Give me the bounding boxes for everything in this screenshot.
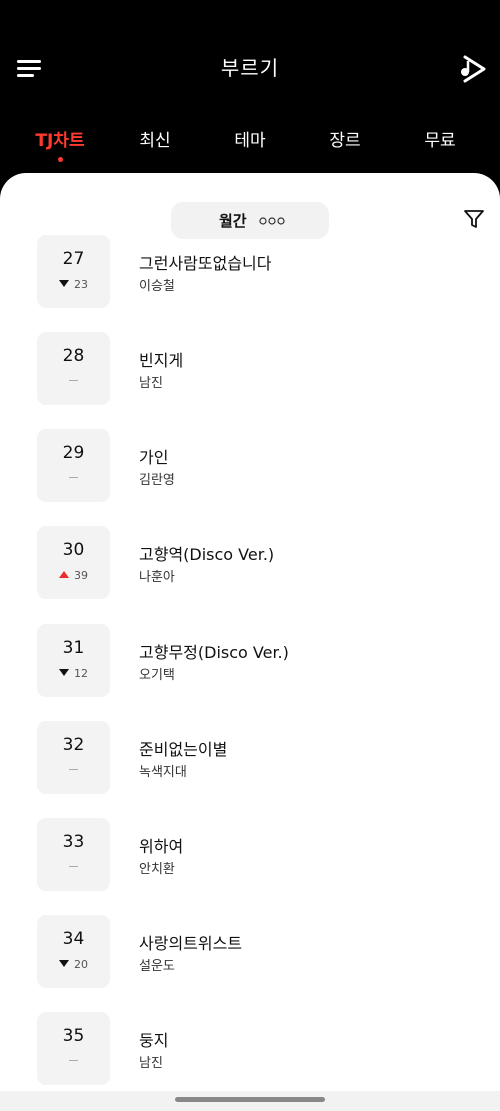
- list-item[interactable]: 31 12 고향무정(Disco Ver.) 오기택: [0, 624, 500, 698]
- list-item[interactable]: 34 20 사랑의트위스트 설운도: [0, 915, 500, 989]
- song-artist: 김란영: [139, 473, 175, 488]
- rank-box: 34 20: [37, 915, 110, 988]
- filter-button[interactable]: [463, 208, 485, 230]
- list-item[interactable]: 28 빈지게 남진: [0, 332, 500, 406]
- rank-change-value: 12: [74, 667, 88, 680]
- music-player-button[interactable]: [455, 52, 489, 86]
- list-item[interactable]: 35 둥지 남진: [0, 1012, 500, 1086]
- tab-theme[interactable]: 테마: [205, 126, 295, 151]
- page-title: 부르기: [220, 56, 280, 80]
- rank-change: [37, 764, 110, 778]
- tab-label: TJ차트: [35, 131, 85, 151]
- rank-change-value: 23: [74, 278, 88, 291]
- rank-number: 30: [62, 540, 85, 560]
- tab-latest[interactable]: 최신: [110, 126, 200, 151]
- rank-same-icon: [69, 477, 78, 478]
- app-header: 부르기 TJ차트 최신 테마 장르 무료: [0, 0, 500, 175]
- tab-free[interactable]: 무료: [395, 126, 485, 151]
- list-item[interactable]: 32 준비없는이별 녹색지대: [0, 721, 500, 795]
- filter-icon: [464, 210, 484, 228]
- rank-number: 34: [62, 929, 85, 949]
- rank-number: 28: [62, 346, 85, 366]
- song-title: 빈지게: [139, 351, 184, 370]
- tab-genre[interactable]: 장르: [300, 126, 390, 151]
- rank-box: 30 39: [37, 526, 110, 599]
- rank-same-icon: [69, 380, 78, 381]
- active-tab-dot: [57, 157, 63, 162]
- rank-same-icon: [69, 769, 78, 770]
- rank-number: 29: [62, 443, 85, 463]
- rank-change: [37, 1055, 110, 1069]
- rank-box: 35: [37, 1012, 110, 1085]
- song-title: 가인: [139, 448, 169, 467]
- song-title: 둥지: [139, 1031, 169, 1050]
- list-item[interactable]: 33 위하여 안치환: [0, 818, 500, 892]
- home-indicator[interactable]: [175, 1097, 325, 1102]
- tab-label: 최신: [139, 131, 171, 151]
- list-item[interactable]: 27 23 그런사람또없습니다 이승철: [0, 235, 500, 309]
- rank-same-icon: [69, 1060, 78, 1061]
- song-artist: 설운도: [139, 959, 175, 974]
- rank-change: 12: [37, 667, 110, 681]
- song-title: 고향무정(Disco Ver.): [139, 643, 289, 662]
- song-artist: 남진: [139, 1056, 163, 1071]
- rank-up-icon: [59, 571, 69, 578]
- rank-number: 35: [62, 1026, 85, 1046]
- rank-change: [37, 861, 110, 875]
- rank-number: 27: [62, 249, 85, 269]
- song-title: 그런사람또없습니다: [139, 254, 272, 273]
- song-artist: 오기택: [139, 668, 175, 683]
- rank-number: 32: [62, 735, 85, 755]
- rank-number: 31: [62, 638, 85, 658]
- chart-tabs: TJ차트 최신 테마 장르 무료: [0, 126, 500, 166]
- rank-change: [37, 375, 110, 389]
- rank-down-icon: [59, 280, 69, 287]
- rank-change-value: 39: [74, 569, 88, 582]
- rank-number: 33: [62, 832, 85, 852]
- song-title: 위하여: [139, 837, 184, 856]
- list-item[interactable]: 29 가인 김란영: [0, 429, 500, 503]
- song-title: 사랑의트위스트: [139, 934, 243, 953]
- rank-box: 32: [37, 721, 110, 794]
- song-artist: 나훈아: [139, 570, 175, 585]
- period-label: 월간: [219, 212, 247, 230]
- rank-change: 39: [37, 569, 110, 583]
- tab-label: 무료: [424, 131, 456, 151]
- song-artist: 남진: [139, 376, 163, 391]
- rank-box: 33: [37, 818, 110, 891]
- rank-change: 23: [37, 278, 110, 292]
- music-play-icon: [461, 55, 486, 83]
- gesture-bar: [0, 1091, 500, 1111]
- rank-box: 29: [37, 429, 110, 502]
- song-artist: 녹색지대: [139, 765, 187, 780]
- song-artist: 안치환: [139, 862, 175, 877]
- rank-box: 31 12: [37, 624, 110, 697]
- tab-label: 테마: [234, 131, 266, 151]
- period-selector[interactable]: 월간: [171, 202, 329, 239]
- rank-same-icon: [69, 866, 78, 867]
- song-artist: 이승철: [139, 279, 175, 294]
- rank-change-value: 20: [74, 958, 88, 971]
- song-list: 27 23 그런사람또없습니다 이승철 28 빈지게 남진 29 가인 김란영 …: [0, 173, 500, 1111]
- list-item[interactable]: 30 39 고향역(Disco Ver.) 나훈아: [0, 526, 500, 600]
- rank-change: 20: [37, 958, 110, 972]
- chart-sheet: 27 23 그런사람또없습니다 이승철 28 빈지게 남진 29 가인 김란영 …: [0, 173, 500, 1111]
- rank-box: 28: [37, 332, 110, 405]
- tab-tj-chart[interactable]: TJ차트: [15, 126, 105, 162]
- more-options-icon: [259, 217, 285, 225]
- tab-label: 장르: [329, 131, 361, 151]
- song-title: 고향역(Disco Ver.): [139, 545, 275, 564]
- song-title: 준비없는이별: [139, 740, 228, 759]
- rank-change: [37, 472, 110, 486]
- rank-box: 27 23: [37, 235, 110, 308]
- rank-down-icon: [59, 669, 69, 676]
- rank-down-icon: [59, 960, 69, 967]
